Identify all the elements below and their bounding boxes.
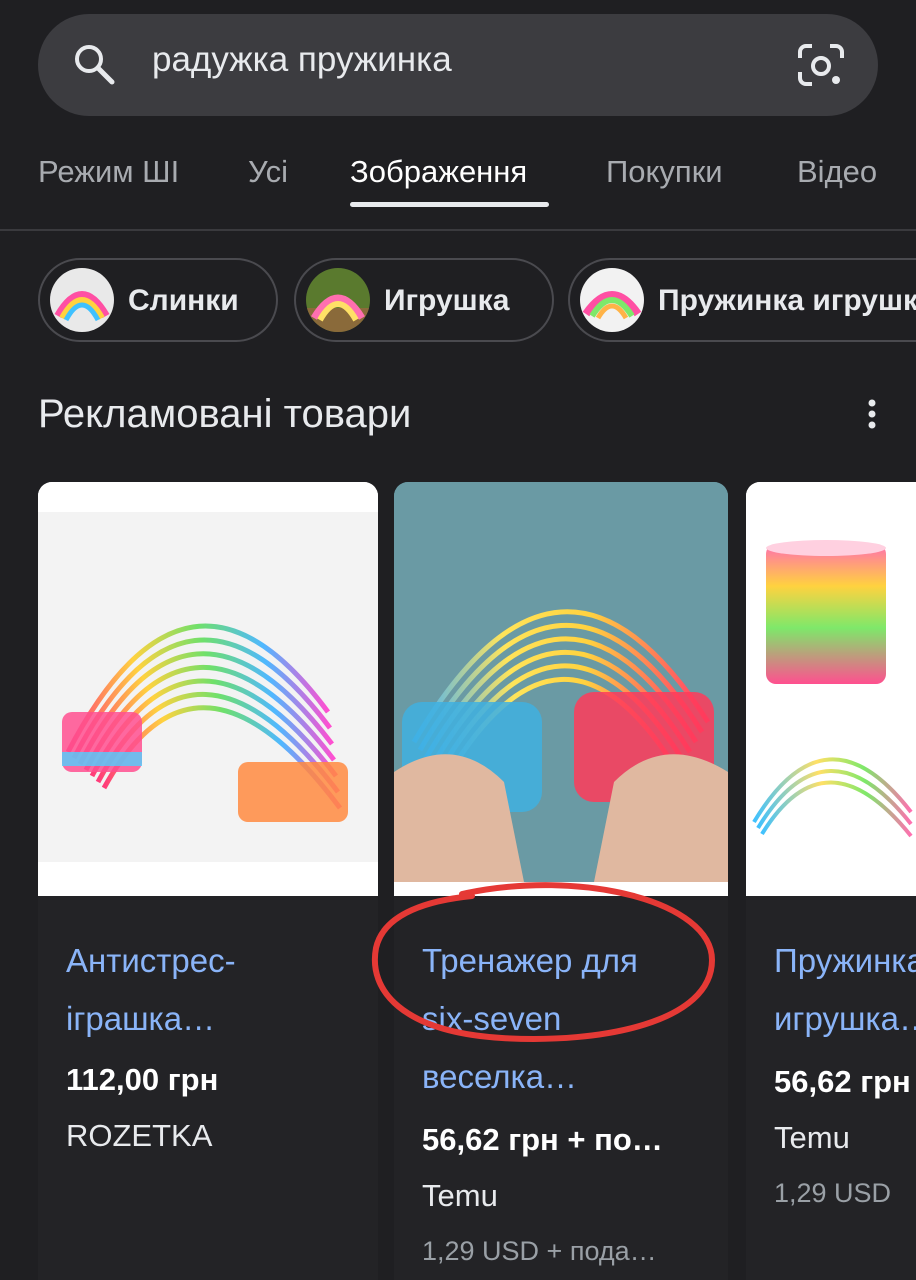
product-price: 56,62 грн <box>774 1064 911 1099</box>
google-lens-icon[interactable] <box>796 44 846 88</box>
tab-ai-mode[interactable]: Режим ШІ <box>38 154 179 190</box>
product-image[interactable] <box>746 482 916 896</box>
product-card[interactable]: Тренажер для six-seven веселка… 56,62 гр… <box>394 482 728 1280</box>
product-title[interactable]: Тренажер для six-seven веселка… <box>422 932 638 1106</box>
search-tabs: Режим ШІ Усі Зображення Покупки Відео <box>0 140 916 230</box>
chip-thumbnail <box>580 268 644 332</box>
chip-label: Игрушка <box>384 284 510 317</box>
more-options-icon[interactable] <box>860 396 884 432</box>
product-price: 56,62 грн + по… <box>422 1122 663 1157</box>
product-shipping: 1,29 USD <box>774 1178 892 1208</box>
chip-thumbnail <box>50 268 114 332</box>
section-title: Рекламовані товари <box>38 392 412 436</box>
product-title[interactable]: Пружинка игрушка… <box>774 932 916 1048</box>
product-card[interactable]: Антистрес- іграшка… 112,00 грн ROZETKA <box>38 482 378 1280</box>
product-card[interactable]: Пружинка игрушка… 56,62 грн Temu 1,29 US… <box>746 482 916 1280</box>
tab-videos[interactable]: Відео <box>797 154 877 190</box>
product-image[interactable] <box>394 482 728 896</box>
search-input[interactable]: радужка пружинка <box>152 40 452 80</box>
product-store: Temu <box>422 1178 498 1213</box>
chip-label: Пружинка игрушка <box>658 284 916 317</box>
chip-spring-toy[interactable]: Пружинка игрушка <box>568 258 916 342</box>
active-tab-indicator <box>350 202 549 207</box>
search-icon[interactable] <box>72 42 116 86</box>
product-image[interactable] <box>38 482 378 896</box>
chip-toy[interactable]: Игрушка <box>294 258 554 342</box>
chip-label: Слинки <box>128 284 239 317</box>
chip-slinky[interactable]: Слинки <box>38 258 278 342</box>
tabs-divider <box>0 229 916 231</box>
chip-thumbnail <box>306 268 370 332</box>
product-store: ROZETKA <box>66 1118 213 1153</box>
tab-all[interactable]: Усі <box>248 154 288 190</box>
tab-images[interactable]: Зображення <box>350 154 527 190</box>
product-store: Temu <box>774 1120 850 1155</box>
product-price: 112,00 грн <box>66 1062 219 1097</box>
product-title[interactable]: Антистрес- іграшка… <box>66 932 236 1048</box>
product-shipping: 1,29 USD + пода… <box>422 1236 657 1266</box>
tab-shopping[interactable]: Покупки <box>606 154 723 190</box>
